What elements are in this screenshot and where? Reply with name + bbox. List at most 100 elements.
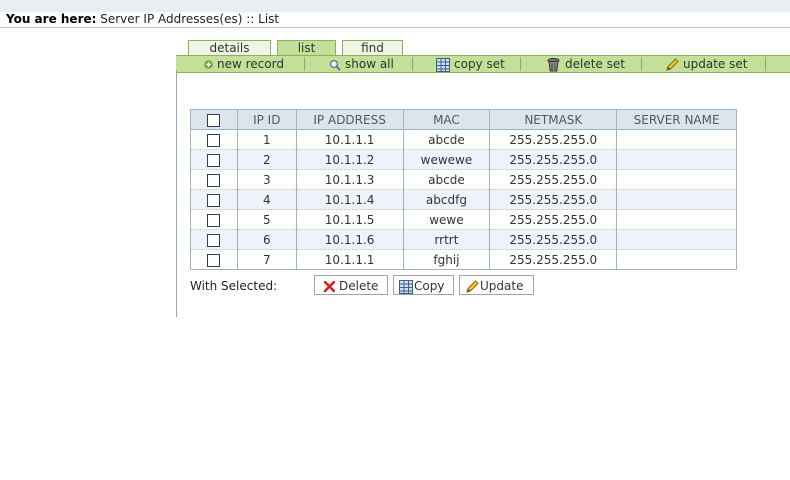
mac-cell: wewewe [402,149,491,170]
row-select-cell [190,229,238,250]
row-checkbox[interactable] [207,173,221,187]
table-row: 3 10.1.1.3 abcde 255.255.255.0 [190,169,737,190]
table-row: 1 10.1.1.1 abcde 255.255.255.0 [190,129,737,150]
ip-id-cell: 3 [236,169,297,190]
server-name-cell [616,129,737,150]
copy-table-icon [436,57,450,72]
breadcrumb-label: You are here: [6,12,97,26]
pencil-icon [666,58,679,71]
green-plus-icon [204,60,213,69]
breadcrumb-path: Server IP Addresses(es) :: List [100,12,280,26]
update-set-button[interactable]: update set [666,56,747,72]
mac-cell: fghij [402,249,491,270]
table-row: 2 10.1.1.2 wewewe 255.255.255.0 [190,149,737,170]
new-record-label: new record [217,57,284,71]
column-header-mac[interactable]: MAC [402,109,491,130]
mac-cell: abcde [402,129,491,150]
table-row: 6 10.1.1.6 rrtrt 255.255.255.0 [190,229,737,250]
netmask-cell: 255.255.255.0 [489,249,618,270]
show-all-label: show all [345,57,394,71]
delete-selected-button[interactable]: Delete [314,275,388,295]
server-name-cell [616,229,737,250]
table-header-row: IP ID IP ADDRESS MAC NETMASK SERVER NAME [190,109,737,130]
server-name-cell [616,249,737,270]
new-record-button[interactable]: new record [204,56,284,72]
content-divider [176,70,177,317]
netmask-cell: 255.255.255.0 [489,209,618,230]
row-checkbox[interactable] [207,153,221,167]
table-row: 5 10.1.1.5 wewe 255.255.255.0 [190,209,737,230]
toolbar-divider [520,57,521,71]
ip-id-cell: 7 [236,249,297,270]
mac-cell: abcde [402,169,491,190]
ip-id-cell: 4 [236,189,297,210]
ip-address-cell: 10.1.1.4 [295,189,404,210]
copy-set-label: copy set [454,57,505,71]
toolbar-divider [412,57,413,71]
breadcrumb-bar: You are here: Server IP Addresses(es) ::… [0,12,790,28]
ip-address-cell: 10.1.1.2 [295,149,404,170]
server-name-cell [616,149,737,170]
ip-address-cell: 10.1.1.6 [295,229,404,250]
row-checkbox[interactable] [207,213,221,227]
tab-details[interactable]: details [188,40,271,56]
update-selected-button[interactable]: Update [459,275,534,295]
red-x-icon [324,281,335,292]
tab-list-label: list [297,41,316,55]
row-select-cell [190,129,238,150]
netmask-cell: 255.255.255.0 [489,169,618,190]
tab-find[interactable]: find [342,40,403,56]
copy-selected-button[interactable]: Copy [393,275,454,295]
ip-address-cell: 10.1.1.1 [295,129,404,150]
copy-table-icon [399,279,413,294]
mac-cell: rrtrt [402,229,491,250]
ip-id-cell: 1 [236,129,297,150]
breadcrumb: You are here: Server IP Addresses(es) ::… [6,12,279,27]
netmask-cell: 255.255.255.0 [489,229,618,250]
table-row: 7 10.1.1.1 fghij 255.255.255.0 [190,249,737,270]
column-header-ip-address[interactable]: IP ADDRESS [295,109,404,130]
server-name-cell [616,189,737,210]
ip-id-cell: 6 [236,229,297,250]
copy-set-button[interactable]: copy set [436,56,505,72]
record-toolbar: new record show all copy set delete set … [176,55,790,73]
mac-cell: wewe [402,209,491,230]
with-selected-label: With Selected: [190,279,278,293]
delete-selected-label: Delete [339,279,379,293]
tab-details-label: details [209,41,250,55]
select-all-checkbox[interactable] [207,113,221,127]
delete-set-label: delete set [565,57,625,71]
ip-address-table: IP ID IP ADDRESS MAC NETMASK SERVER NAME… [190,109,737,270]
ip-address-cell: 10.1.1.5 [295,209,404,230]
update-selected-label: Update [480,279,524,293]
pencil-icon [466,280,479,293]
magnifier-icon [329,59,341,71]
ip-id-cell: 5 [236,209,297,230]
ip-address-cell: 10.1.1.3 [295,169,404,190]
tab-list[interactable]: list [277,40,336,56]
row-select-cell [190,149,238,170]
row-select-cell [190,189,238,210]
row-checkbox[interactable] [207,253,221,267]
netmask-cell: 255.255.255.0 [489,189,618,210]
toolbar-divider [765,57,766,71]
server-name-cell [616,209,737,230]
update-set-label: update set [683,57,748,71]
copy-selected-label: Copy [414,279,445,293]
row-select-cell [190,169,238,190]
row-checkbox[interactable] [207,133,221,147]
delete-set-button[interactable]: delete set [546,56,625,72]
netmask-cell: 255.255.255.0 [489,149,618,170]
toolbar-divider [304,57,305,71]
column-header-server-name[interactable]: SERVER NAME [616,109,737,130]
toolbar-divider [641,57,642,71]
row-checkbox[interactable] [207,233,221,247]
select-all-header [190,109,238,130]
server-name-cell [616,169,737,190]
ip-id-cell: 2 [236,149,297,170]
row-checkbox[interactable] [207,193,221,207]
table-row: 4 10.1.1.4 abcdfg 255.255.255.0 [190,189,737,210]
column-header-netmask[interactable]: NETMASK [489,109,618,130]
column-header-ip-id[interactable]: IP ID [236,109,297,130]
show-all-button[interactable]: show all [329,56,394,72]
